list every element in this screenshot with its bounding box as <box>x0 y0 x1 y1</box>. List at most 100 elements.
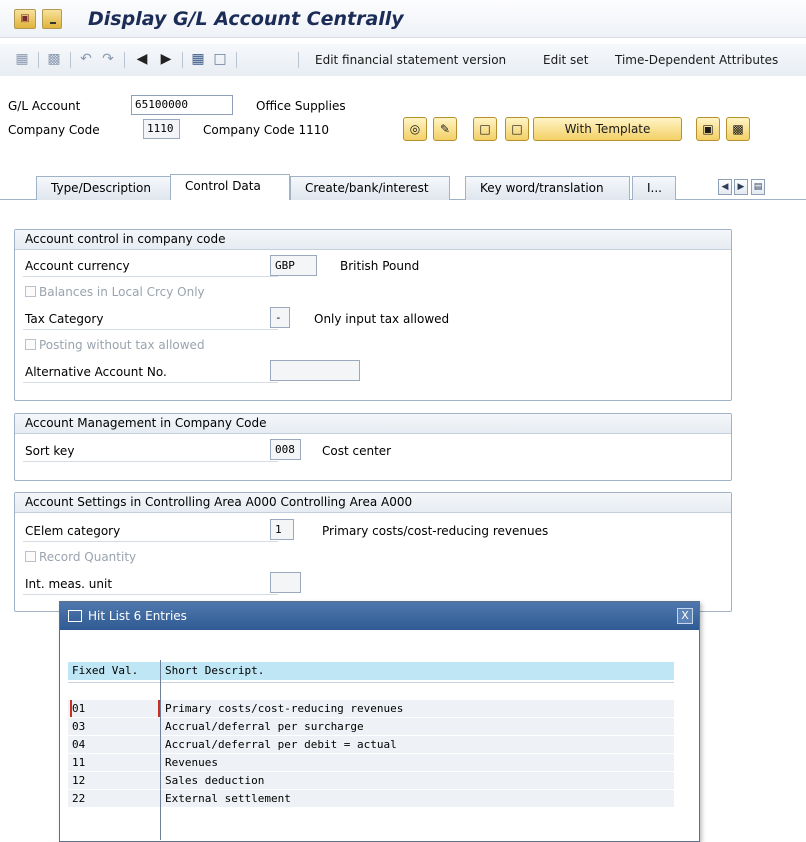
gl-account-label: G/L Account <box>8 99 81 113</box>
table-row[interactable]: 22 External settlement <box>68 790 674 807</box>
dialog-body: Fixed Val. Short Descript. 01 Primary co… <box>60 630 699 841</box>
row-underline <box>23 276 278 277</box>
gl-account-field[interactable]: 65100000 <box>131 95 233 115</box>
table-row[interactable]: 04 Accrual/deferral per debit = actual <box>68 736 674 753</box>
lock-icon[interactable]: ▣ <box>696 117 720 141</box>
company-code-description: Company Code 1110 <box>203 123 329 137</box>
table-row[interactable]: 12 Sales deduction <box>68 772 674 789</box>
balances-local-label: Balances in Local Crcy Only <box>39 285 205 299</box>
table-row[interactable]: 03 Accrual/deferral per surcharge <box>68 718 674 735</box>
description-cell: Accrual/deferral per debit = actual <box>165 738 397 751</box>
edit-fsv-button[interactable]: Edit financial statement version <box>315 53 506 67</box>
title-bar: ▣ Display G/L Account Centrally <box>0 0 806 38</box>
sort-key-field[interactable]: 008 <box>270 439 301 460</box>
fixed-value-cell: 03 <box>72 720 86 733</box>
tab-scroll-left-icon[interactable]: ◀ <box>718 179 732 195</box>
alternative-account-field[interactable] <box>270 360 360 381</box>
record-quantity-label: Record Quantity <box>39 550 137 564</box>
tab-truncated[interactable]: I... <box>632 176 676 200</box>
toolbar-separator <box>236 52 237 68</box>
fixed-value-cell: 11 <box>72 756 86 769</box>
header-separator <box>68 682 674 683</box>
tab-strip: Type/Description Control Data Create/ban… <box>0 170 806 201</box>
toolbar-separator <box>70 52 71 68</box>
fixed-value-cell: 04 <box>72 738 86 751</box>
group-title: Account Settings in Controlling Area A00… <box>15 493 731 513</box>
fixed-value-cell: 12 <box>72 774 86 787</box>
edit-set-button[interactable]: Edit set <box>543 53 588 67</box>
tab-type-description[interactable]: Type/Description <box>36 176 176 200</box>
with-template-button[interactable]: With Template <box>533 117 682 141</box>
gl-account-description: Office Supplies <box>256 99 346 113</box>
description-cell: Accrual/deferral per surcharge <box>165 720 364 733</box>
glasses-display-icon[interactable]: ◎ <box>403 117 427 141</box>
toolbar-separator <box>182 52 183 68</box>
tax-category-description: Only input tax allowed <box>314 312 450 326</box>
column-header-short-description[interactable]: Short Descript. <box>165 662 264 680</box>
table-row[interactable]: 01 Primary costs/cost-reducing revenues <box>68 700 674 717</box>
posting-without-tax-checkbox[interactable]: Posting without tax allowed <box>25 338 205 352</box>
close-icon[interactable]: X <box>677 608 693 624</box>
account-currency-label: Account currency <box>25 259 130 273</box>
column-divider <box>160 660 161 840</box>
create-document-icon[interactable]: □ <box>473 117 497 141</box>
menu-dropdown-icon[interactable] <box>42 9 62 29</box>
company-code-label: Company Code <box>8 123 100 137</box>
toolbar-separator <box>38 52 39 68</box>
previous-icon[interactable]: ◀ <box>134 51 150 67</box>
row-underline <box>23 329 278 330</box>
table-row[interactable]: 11 Revenues <box>68 754 674 771</box>
record-quantity-checkbox[interactable]: Record Quantity <box>25 550 136 564</box>
tab-scroll-right-icon[interactable]: ▶ <box>734 179 748 195</box>
description-cell: Primary costs/cost-reducing revenues <box>165 702 404 715</box>
sort-key-label: Sort key <box>25 444 75 458</box>
overview-icon[interactable]: ▦ <box>190 51 206 67</box>
celem-category-field[interactable]: 1 <box>270 519 294 540</box>
window-title: Display G/L Account Centrally <box>88 8 404 30</box>
posting-without-tax-label: Posting without tax allowed <box>39 338 205 352</box>
tax-category-label: Tax Category <box>25 312 104 326</box>
alternative-account-label: Alternative Account No. <box>25 365 167 379</box>
copy-document-icon[interactable]: □ <box>505 117 529 141</box>
tab-key-word-translation[interactable]: Key word/translation <box>465 176 630 200</box>
account-currency-field[interactable]: GBP <box>270 255 317 276</box>
row-underline <box>23 461 278 462</box>
dialog-window-icon <box>68 610 82 622</box>
group-title: Account control in company code <box>15 230 731 250</box>
account-settings-group: Account Settings in Controlling Area A00… <box>14 492 732 612</box>
hierarchy-icon[interactable]: ▩ <box>46 51 62 67</box>
delete-trash-icon[interactable]: ▩ <box>726 117 750 141</box>
account-currency-description: British Pound <box>340 259 420 273</box>
tab-control-data[interactable]: Control Data <box>170 174 290 201</box>
row-underline <box>23 594 278 595</box>
pencil-edit-icon[interactable]: ✎ <box>433 117 457 141</box>
int-meas-unit-field[interactable] <box>270 572 301 593</box>
column-header-fixed-value[interactable]: Fixed Val. <box>72 662 138 680</box>
tax-category-field[interactable]: - <box>270 307 290 328</box>
company-code-field[interactable]: 1110 <box>143 119 180 139</box>
undo-icon[interactable]: ↶ <box>78 51 94 67</box>
sap-transaction-icon[interactable]: ▣ <box>14 9 36 29</box>
hit-list-dialog: Hit List 6 Entries X Fixed Val. Short De… <box>59 601 700 842</box>
description-cell: Revenues <box>165 756 218 769</box>
toolbar-separator <box>298 52 299 68</box>
copy-icon[interactable]: ▦ <box>14 51 30 67</box>
sort-key-description: Cost center <box>322 444 392 458</box>
dialog-title: Hit List 6 Entries <box>88 609 187 623</box>
int-meas-unit-label: Int. meas. unit <box>25 577 113 591</box>
description-cell: External settlement <box>165 792 291 805</box>
redo-icon[interactable]: ↷ <box>100 51 116 67</box>
row-underline <box>23 382 278 383</box>
document-icon[interactable]: □ <box>212 51 228 67</box>
time-dependent-attributes-button[interactable]: Time-Dependent Attributes <box>615 53 778 67</box>
account-control-group: Account control in company code Account … <box>14 229 732 401</box>
tab-list-icon[interactable]: ▤ <box>751 179 765 195</box>
next-icon[interactable]: ▶ <box>158 51 174 67</box>
dialog-title-bar[interactable]: Hit List 6 Entries X <box>60 602 699 630</box>
tab-create-bank-interest[interactable]: Create/bank/interest <box>290 176 450 200</box>
celem-category-description: Primary costs/cost-reducing revenues <box>322 524 549 538</box>
balances-local-checkbox[interactable]: Balances in Local Crcy Only <box>25 285 205 299</box>
fixed-value-cell: 22 <box>72 792 86 805</box>
row-underline <box>23 541 278 542</box>
fixed-value-cell: 01 <box>72 702 86 715</box>
